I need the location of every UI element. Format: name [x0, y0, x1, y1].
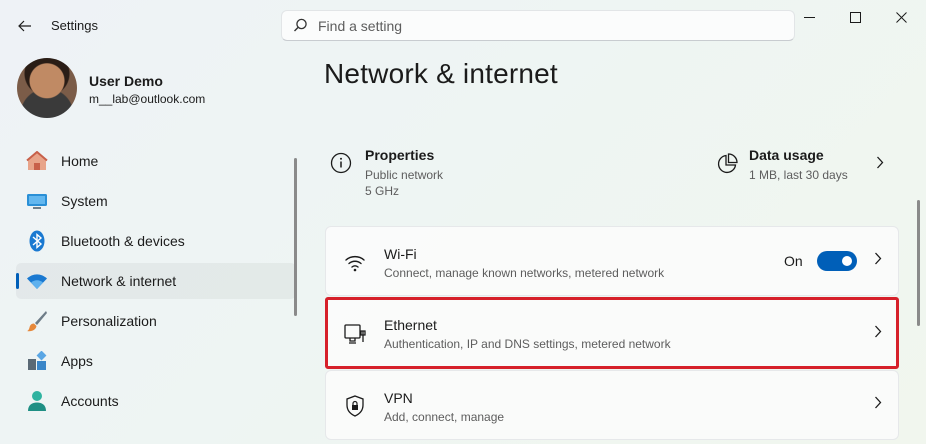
chevron-right-icon — [874, 396, 882, 414]
page-title: Network & internet — [324, 58, 558, 89]
chevron-right-icon — [874, 252, 882, 270]
network-band-text: 5 GHz — [365, 184, 400, 198]
user-name: User Demo — [89, 73, 163, 89]
brush-icon — [26, 310, 48, 332]
chevron-right-icon — [876, 156, 884, 174]
data-usage-button[interactable]: Data usage 1 MB, last 30 days — [710, 140, 900, 192]
settings-window: Settings User Demo m__lab@outlook.com Ho… — [0, 0, 926, 444]
info-icon — [330, 152, 352, 174]
sidebar-item-label: System — [61, 193, 108, 209]
sidebar-item-label: Network & internet — [61, 273, 177, 289]
search-icon — [282, 11, 318, 40]
wifi-signal-icon — [343, 250, 367, 274]
shield-icon — [343, 394, 367, 418]
wifi-title: Wi-Fi — [384, 246, 417, 262]
minimize-icon — [803, 16, 815, 18]
wifi-card[interactable]: Wi-Fi Connect, manage known networks, me… — [325, 226, 899, 296]
network-profile-text: Public network — [365, 168, 444, 182]
sidebar-nav: Home System Bluetooth & devices Network … — [16, 143, 296, 423]
sidebar-item-accounts[interactable]: Accounts — [16, 383, 296, 419]
close-button[interactable] — [878, 0, 924, 34]
sidebar-item-home[interactable]: Home — [16, 143, 296, 179]
close-icon — [895, 11, 907, 23]
sidebar-item-label: Personalization — [61, 313, 157, 329]
sidebar-item-label: Accounts — [61, 393, 119, 409]
properties-link[interactable]: Properties — [365, 147, 434, 163]
accounts-icon — [26, 390, 48, 412]
sidebar-item-label: Bluetooth & devices — [61, 233, 185, 249]
sidebar-item-label: Home — [61, 153, 99, 169]
vpn-title: VPN — [384, 390, 413, 406]
sidebar-item-network[interactable]: Network & internet — [16, 263, 296, 299]
main-scrollbar[interactable] — [917, 200, 920, 326]
maximize-button[interactable] — [832, 0, 878, 34]
sidebar-item-label: Apps — [61, 353, 93, 369]
data-usage-subtitle: 1 MB, last 30 days — [749, 168, 848, 182]
app-title: Settings — [51, 18, 98, 33]
user-email: m__lab@outlook.com — [89, 92, 206, 106]
data-usage-title: Data usage — [749, 147, 824, 163]
ethernet-title: Ethernet — [384, 317, 437, 333]
avatar[interactable] — [17, 58, 77, 118]
search-input[interactable] — [318, 11, 778, 40]
apps-icon — [26, 350, 48, 372]
search-box[interactable] — [281, 10, 795, 41]
toggle-knob — [842, 256, 852, 266]
wifi-icon — [26, 270, 48, 292]
sidebar-item-system[interactable]: System — [16, 183, 296, 219]
wifi-toggle-label: On — [784, 253, 803, 269]
sidebar-item-apps[interactable]: Apps — [16, 343, 296, 379]
ethernet-card[interactable]: Ethernet Authentication, IP and DNS sett… — [325, 297, 899, 369]
data-usage-icon — [716, 153, 738, 175]
vpn-card[interactable]: VPN Add, connect, manage — [325, 370, 899, 440]
ethernet-subtitle: Authentication, IP and DNS settings, met… — [384, 337, 671, 351]
home-icon — [26, 150, 48, 172]
chevron-right-icon — [874, 325, 882, 343]
system-icon — [26, 190, 48, 212]
wifi-toggle[interactable] — [817, 251, 857, 271]
sidebar-scrollbar[interactable] — [294, 158, 297, 316]
ethernet-icon — [343, 322, 367, 346]
sidebar-item-bluetooth[interactable]: Bluetooth & devices — [16, 223, 296, 259]
vpn-subtitle: Add, connect, manage — [384, 410, 505, 424]
minimize-button[interactable] — [786, 0, 832, 34]
wifi-subtitle: Connect, manage known networks, metered … — [384, 266, 665, 280]
back-button[interactable] — [12, 14, 38, 38]
maximize-icon — [849, 11, 861, 23]
bluetooth-icon — [26, 230, 48, 252]
arrow-left-icon — [18, 20, 31, 32]
sidebar-item-personalization[interactable]: Personalization — [16, 303, 296, 339]
